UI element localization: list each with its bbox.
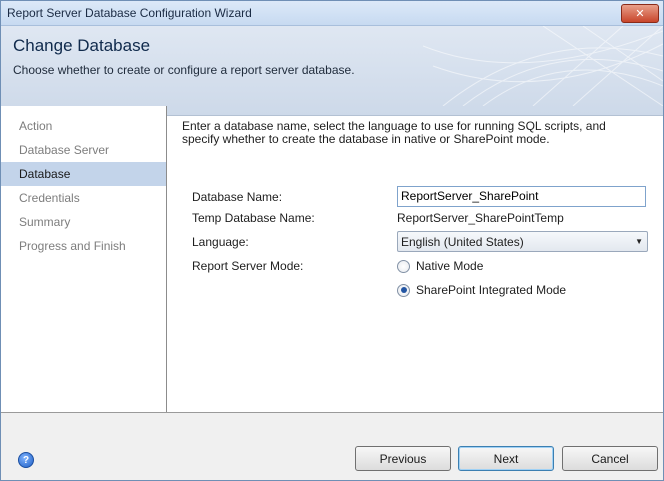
native-mode-option[interactable]: Native Mode — [397, 259, 483, 273]
language-select[interactable]: English (United States) ▼ — [397, 231, 648, 252]
wizard-footer: ? Previous Next Cancel — [1, 412, 663, 480]
title-bar: Report Server Database Configuration Wiz… — [1, 1, 663, 26]
sharepoint-integrated-mode-label: SharePoint Integrated Mode — [416, 283, 567, 297]
nav-item-action[interactable]: Action — [1, 114, 166, 138]
wizard-header: Change Database Choose whether to create… — [1, 26, 663, 116]
database-name-input[interactable] — [397, 186, 646, 207]
step-navigation: Action Database Server Database Credenti… — [1, 106, 167, 413]
intro-text: Enter a database name, select the langua… — [182, 119, 606, 146]
page-title: Change Database — [13, 36, 151, 55]
report-server-mode-label: Report Server Mode: — [192, 259, 304, 273]
database-name-label: Database Name: — [192, 189, 283, 204]
help-icon[interactable]: ? — [18, 452, 34, 468]
language-label: Language: — [192, 234, 249, 249]
temp-database-name-label: Temp Database Name: — [192, 211, 315, 225]
wizard-content: Action Database Server Database Credenti… — [1, 106, 663, 413]
language-selected-value: English (United States) — [401, 234, 524, 249]
previous-button[interactable]: Previous — [355, 446, 451, 471]
native-mode-radio[interactable] — [397, 259, 410, 273]
native-mode-label: Native Mode — [416, 259, 484, 273]
main-panel: Enter a database name, select the langua… — [167, 106, 663, 413]
sharepoint-mode-row: SharePoint Integrated Mode — [397, 283, 566, 297]
temp-database-name-value: ReportServer_SharePointTemp — [397, 211, 564, 225]
next-button[interactable]: Next — [458, 446, 554, 471]
temp-database-name-row: Temp Database Name: ReportServer_SharePo… — [192, 211, 564, 225]
chevron-down-icon: ▼ — [635, 237, 643, 246]
report-server-mode-row: Report Server Mode: Native Mode — [192, 259, 483, 273]
nav-item-progress-and-finish[interactable]: Progress and Finish — [1, 234, 166, 258]
sharepoint-integrated-mode-radio[interactable] — [397, 283, 410, 297]
nav-item-credentials[interactable]: Credentials — [1, 186, 166, 210]
nav-item-summary[interactable]: Summary — [1, 210, 166, 234]
wizard-window: Report Server Database Configuration Wiz… — [0, 0, 664, 481]
nav-item-database[interactable]: Database — [1, 162, 166, 186]
database-name-row: Database Name: — [192, 186, 646, 207]
nav-item-database-server[interactable]: Database Server — [1, 138, 166, 162]
close-button[interactable]: ✕ — [621, 3, 659, 23]
cancel-button[interactable]: Cancel — [562, 446, 658, 471]
window-title: Report Server Database Configuration Wiz… — [7, 6, 252, 20]
sharepoint-integrated-mode-option[interactable]: SharePoint Integrated Mode — [397, 283, 566, 297]
page-subtitle: Choose whether to create or configure a … — [13, 63, 355, 77]
language-row: Language: English (United States) ▼ — [192, 231, 648, 252]
